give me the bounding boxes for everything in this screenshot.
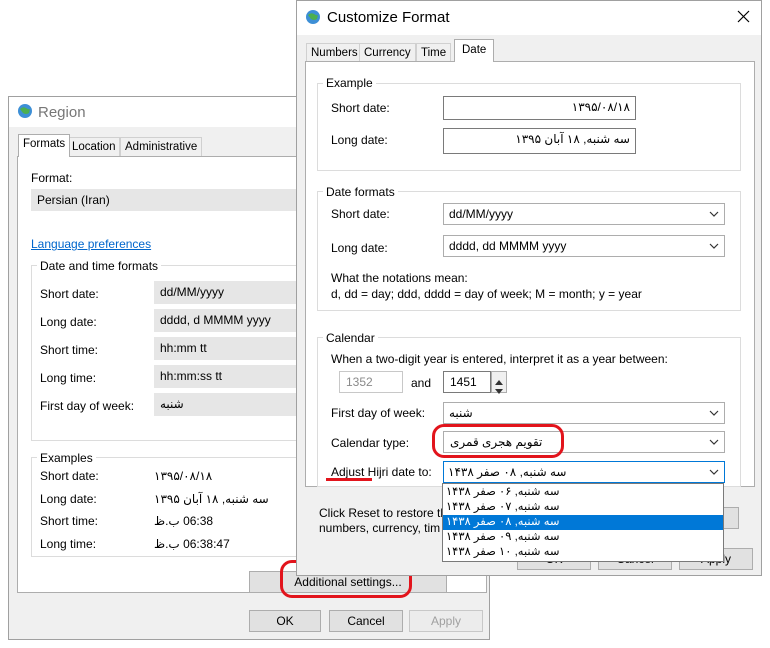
long-time-label: Long time: [40,371,97,385]
dropdown-option[interactable]: سه شنبه, ۰۷ صفر ۱۴۳۸ [443,500,723,515]
globe-icon [305,9,321,28]
and-label: and [411,376,432,390]
cf-short-date-example: ۱۳۹۵/۰۸/۱۸ [443,96,636,120]
tab-time[interactable]: Time [416,43,452,63]
tab-location[interactable]: Location [67,137,121,157]
example-short-time-label: Short time: [40,514,99,528]
tab-administrative[interactable]: Administrative [120,137,203,157]
adjust-hijri-label: Adjust Hijri date to: [331,465,432,479]
short-date-select[interactable]: dd/MM/yyyy [154,281,314,304]
tab-formats[interactable]: Formats [18,134,71,157]
first-day-select[interactable]: شنبه [154,393,314,416]
customize-title: Customize Format [327,9,450,26]
format-label: Format: [31,171,73,185]
region-title: Region [38,104,86,121]
first-day-label: First day of week: [40,399,135,413]
short-date-format-value: dd/MM/yyyy [449,207,514,221]
cf-long-date-label: Long date: [331,133,388,147]
reset-button-partial[interactable] [723,507,739,529]
example-long-date-label: Long date: [40,492,97,506]
example-short-date-label: Short date: [40,469,99,483]
calendar-title: Calendar [323,331,378,345]
close-icon[interactable] [737,10,750,26]
short-date-label: Short date: [40,287,99,301]
globe-icon [17,103,33,122]
two-digit-year-text: When a two-digit year is entered, interp… [331,352,668,366]
dropdown-option[interactable]: سه شنبه, ۱۰ صفر ۱۴۳۸ [443,545,723,560]
region-cancel-button[interactable]: Cancel [329,610,403,632]
example-long-time-value: 06:38:47 ب.ظ [154,537,230,551]
chevron-down-icon[interactable] [708,466,720,478]
long-date-format-combo[interactable]: dddd, dd MMMM yyyy [443,235,725,257]
example-title: Example [323,76,376,90]
region-ok-button[interactable]: OK [249,610,321,632]
long-date-select[interactable]: dddd, d MMMM yyyy [154,309,314,332]
notations-title: What the notations mean: [331,271,468,285]
long-date-label: Long date: [40,315,97,329]
calendar-type-label: Calendar type: [331,436,410,450]
short-time-select[interactable]: hh:mm tt [154,337,314,360]
notations-text: d, dd = day; ddd, dddd = day of week; M … [331,287,642,301]
example-short-date-value: ۱۳۹۵/۰۸/۱۸ [154,469,213,483]
date-formats-title: Date formats [323,185,398,199]
adjust-hijri-combo[interactable]: سه شنبه, ۰۸ صفر ۱۴۳۸ [443,461,725,483]
example-short-time-value: 06:38 ب.ظ [154,514,214,528]
cf-short-date-format-label: Short date: [331,207,390,221]
tab-numbers[interactable]: Numbers [306,43,363,63]
reset-text-line2: numbers, currency, tim [319,521,441,535]
first-day-value: شنبه [449,406,473,420]
first-day-combo[interactable]: شنبه [443,402,725,424]
format-select[interactable]: Persian (Iran) [31,189,331,211]
long-date-format-value: dddd, dd MMMM yyyy [449,239,567,253]
chevron-down-icon[interactable] [708,407,720,419]
example-long-time-label: Long time: [40,537,97,551]
cf-short-date-label: Short date: [331,101,390,115]
dropdown-option[interactable]: سه شنبه, ۰۹ صفر ۱۴۳۸ [443,530,723,545]
date-time-formats-title: Date and time formats [37,259,162,273]
tab-currency[interactable]: Currency [359,43,416,63]
short-time-label: Short time: [40,343,99,357]
year-from-field: 1352 [339,371,403,393]
spin-down-icon[interactable] [495,384,503,398]
short-date-format-combo[interactable]: dd/MM/yyyy [443,203,725,225]
chevron-down-icon[interactable] [708,436,720,448]
examples-title: Examples [37,451,96,465]
tab-date[interactable]: Date [454,39,495,62]
reset-text-line1: Click Reset to restore th [319,506,448,520]
dropdown-option-selected[interactable]: سه شنبه, ۰۸ صفر ۱۴۳۸ [443,515,723,530]
cf-long-date-example: سه شنبه, ۱۸ آبان ۱۳۹۵ [443,128,636,154]
dropdown-option[interactable]: سه شنبه, ۰۶ صفر ۱۴۳۸ [443,485,723,500]
year-spinner[interactable] [491,371,507,394]
cf-long-date-format-label: Long date: [331,241,388,255]
annotation-underline-adjust-hijri [326,478,372,481]
long-time-select[interactable]: hh:mm:ss tt [154,365,314,388]
annotation-oval-calendar-type [432,424,564,458]
adjust-hijri-dropdown-list[interactable]: سه شنبه, ۰۶ صفر ۱۴۳۸ سه شنبه, ۰۷ صفر ۱۴۳… [442,483,724,562]
year-to-field[interactable]: 1451 [443,371,491,393]
chevron-down-icon[interactable] [708,240,720,252]
region-apply-button: Apply [409,610,483,632]
example-long-date-value: سه شنبه, ۱۸ آبان ۱۳۹۵ [154,492,269,506]
chevron-down-icon[interactable] [708,208,720,220]
customize-titlebar[interactable]: Customize Format [297,1,761,35]
language-preferences-link[interactable]: Language preferences [31,237,151,251]
cf-first-day-label: First day of week: [331,406,426,420]
adjust-hijri-value: سه شنبه, ۰۸ صفر ۱۴۳۸ [448,465,567,479]
